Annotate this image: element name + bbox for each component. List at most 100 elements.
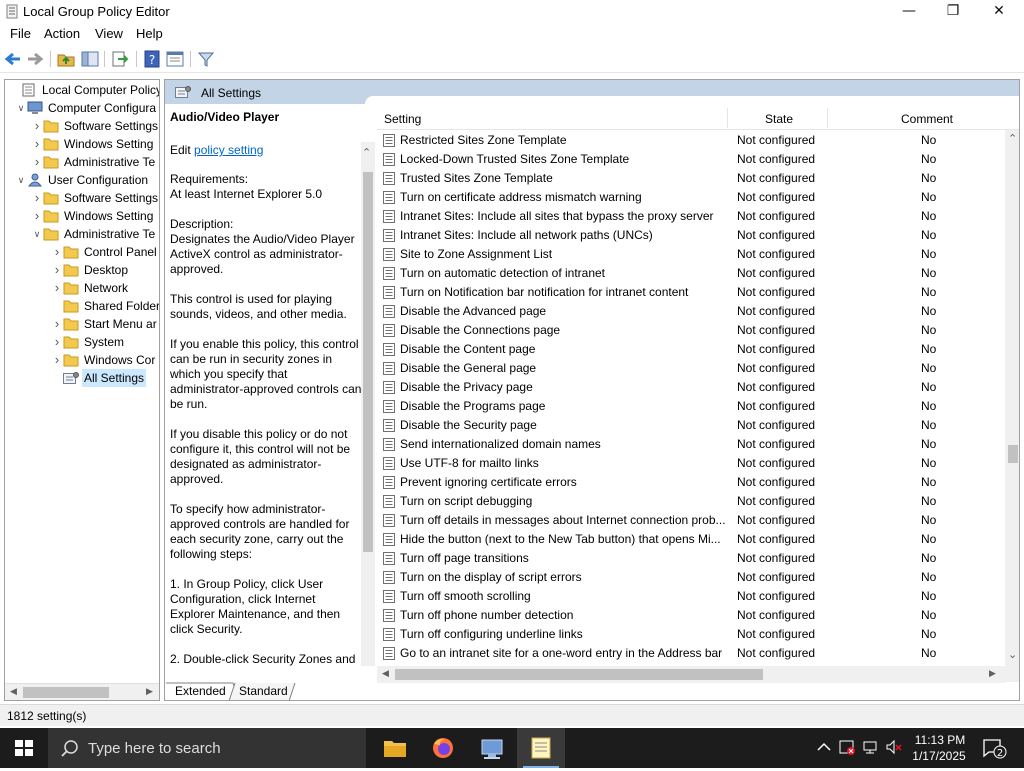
start-button[interactable] (0, 728, 48, 768)
scroll-up-icon[interactable]: ⌃ (1008, 132, 1017, 145)
file-explorer-taskbar-button[interactable] (371, 728, 419, 768)
properties-icon[interactable] (165, 49, 185, 69)
tree-node-all-settings[interactable]: All Settings (51, 369, 147, 387)
scrollbar-thumb[interactable] (395, 669, 763, 680)
table-row[interactable]: Disable the Advanced page Not configured N… (377, 302, 997, 321)
column-state[interactable]: State (765, 112, 793, 126)
tree-node-start-menu-ar[interactable]: › Start Menu ar (51, 315, 159, 333)
tree-node-windows-setting[interactable]: › Windows Setting (31, 135, 155, 153)
clock-time[interactable]: 11:13 PM (912, 733, 968, 747)
tree-node-software-settings[interactable]: › Software Settings (31, 117, 159, 135)
table-row[interactable]: Locked-Down Trusted Sites Zone Template N… (377, 150, 997, 169)
show-hide-tree-icon[interactable] (80, 49, 100, 69)
policy-editor-taskbar-button[interactable] (517, 728, 565, 768)
up-folder-icon[interactable] (56, 49, 76, 69)
tree-node-computer-configura[interactable]: ∨ Computer Configura (15, 99, 158, 117)
table-row[interactable]: Turn on script debugging Not configured No (377, 492, 997, 511)
tree-node-windows-cor[interactable]: › Windows Cor (51, 351, 157, 369)
table-row[interactable]: Turn off phone number detection Not confi… (377, 606, 997, 625)
table-row[interactable]: Hide the button (next to the New Tab but… (377, 530, 997, 549)
collapse-chevron-icon[interactable]: ∨ (15, 171, 27, 189)
table-row[interactable]: Intranet Sites: Include all network path… (377, 226, 997, 245)
expand-chevron-icon[interactable]: › (31, 117, 43, 135)
table-row[interactable]: Use UTF-8 for mailto links Not configured… (377, 454, 997, 473)
table-row[interactable]: Disable the General page Not configured No (377, 359, 997, 378)
help-icon[interactable]: ? (142, 49, 162, 69)
column-comment[interactable]: Comment (901, 112, 953, 126)
table-row[interactable]: Prevent ignoring certificate errors Not c… (377, 473, 997, 492)
list-vertical-scrollbar[interactable]: ⌃ ⌄ (1005, 130, 1019, 682)
table-row[interactable]: Turn on Notification bar notification fo… (377, 283, 997, 302)
table-row[interactable]: Turn off details in messages about Inter… (377, 511, 997, 530)
policy-setting-link[interactable]: policy setting (194, 143, 263, 157)
minimize-button[interactable]: — (886, 0, 932, 24)
table-row[interactable]: Go to an intranet site for a one-word en… (377, 644, 997, 663)
tree-node-shared-folder[interactable]: Shared Folder (51, 297, 159, 315)
tree-node-system[interactable]: › System (51, 333, 126, 351)
table-row[interactable]: Disable the Privacy page Not configured No (377, 378, 997, 397)
table-row[interactable]: Disable the Content page Not configured No (377, 340, 997, 359)
table-row[interactable]: Turn on the display of script errors Not … (377, 568, 997, 587)
scrollbar-thumb[interactable] (23, 687, 109, 698)
expand-chevron-icon[interactable]: › (51, 351, 63, 369)
collapse-chevron-icon[interactable]: ∨ (15, 99, 27, 117)
scroll-up-icon[interactable]: ⌃ (362, 146, 371, 159)
tree-node-user-configuration[interactable]: ∨ User Configuration (15, 171, 150, 189)
scroll-right-icon[interactable]: ▶ (989, 669, 996, 679)
scrollbar-thumb[interactable] (363, 172, 373, 552)
scroll-down-icon[interactable]: ⌄ (1008, 648, 1017, 661)
list-horizontal-scrollbar[interactable]: ◀ ▶ (377, 666, 1005, 683)
scrollbar-thumb[interactable] (1008, 445, 1018, 463)
tree-node-control-panel[interactable]: › Control Panel (51, 243, 159, 261)
expand-chevron-icon[interactable]: › (31, 135, 43, 153)
table-row[interactable]: Turn off smooth scrolling Not configured N… (377, 587, 997, 606)
security-shield-icon[interactable] (838, 738, 856, 756)
search-box[interactable]: Type here to search (48, 728, 366, 768)
scroll-right-icon[interactable]: ▶ (146, 687, 153, 697)
column-setting[interactable]: Setting (384, 112, 421, 126)
close-button[interactable]: ✕ (976, 0, 1022, 24)
tree-node-network[interactable]: › Network (51, 279, 130, 297)
expand-chevron-icon[interactable]: › (51, 315, 63, 333)
tree-node-local-computer-policy[interactable]: Local Computer Policy (9, 81, 159, 99)
tab-extended[interactable]: Extended (175, 684, 226, 698)
clock-date[interactable]: 1/17/2025 (908, 749, 970, 763)
tree-node-administrative-te[interactable]: › Administrative Te (31, 153, 157, 171)
tree-node-windows-setting[interactable]: › Windows Setting (31, 207, 155, 225)
firefox-taskbar-button[interactable] (419, 728, 467, 768)
expand-chevron-icon[interactable]: › (51, 243, 63, 261)
menu-action[interactable]: Action (44, 26, 80, 41)
table-row[interactable]: Turn on automatic detection of intranet N… (377, 264, 997, 283)
table-row[interactable]: Intranet Sites: Include all sites that b… (377, 207, 997, 226)
tree-horizontal-scrollbar[interactable]: ◀ ▶ (5, 683, 159, 700)
expand-chevron-icon[interactable]: › (51, 333, 63, 351)
expand-chevron-icon[interactable]: › (31, 153, 43, 171)
menu-view[interactable]: View (95, 26, 123, 41)
tree-node-software-settings[interactable]: › Software Settings (31, 189, 159, 207)
back-arrow-icon[interactable] (3, 49, 23, 69)
table-row[interactable]: Site to Zone Assignment List Not configur… (377, 245, 997, 264)
forward-arrow-icon[interactable] (25, 49, 45, 69)
tab-standard[interactable]: Standard (239, 684, 288, 698)
table-row[interactable]: Send internationalized domain names Not c… (377, 435, 997, 454)
filter-icon[interactable] (196, 49, 216, 69)
export-list-icon[interactable] (110, 49, 130, 69)
expand-chevron-icon[interactable]: › (51, 279, 63, 297)
notification-center-icon[interactable]: 2 (980, 736, 1008, 760)
table-row[interactable]: Turn off page transitions Not configured N… (377, 549, 997, 568)
scroll-left-icon[interactable]: ◀ (10, 687, 17, 697)
menu-help[interactable]: Help (136, 26, 163, 41)
table-row[interactable]: Restricted Sites Zone Template Not config… (377, 131, 997, 150)
tree-node-desktop[interactable]: › Desktop (51, 261, 130, 279)
expand-chevron-icon[interactable]: › (51, 261, 63, 279)
collapse-chevron-icon[interactable]: ∨ (31, 225, 43, 243)
tree-node-administrative-te[interactable]: ∨ Administrative Te (31, 225, 157, 243)
table-row[interactable]: Turn off configuring underline links Not … (377, 625, 997, 644)
expand-chevron-icon[interactable]: › (31, 189, 43, 207)
table-row[interactable]: Disable the Programs page Not configured N… (377, 397, 997, 416)
table-row[interactable]: Turn on certificate address mismatch war… (377, 188, 997, 207)
volume-muted-icon[interactable] (885, 738, 903, 756)
table-row[interactable]: Disable the Connections page Not configur… (377, 321, 997, 340)
control-panel-taskbar-button[interactable] (468, 728, 516, 768)
maximize-button[interactable]: ❐ (930, 0, 976, 24)
